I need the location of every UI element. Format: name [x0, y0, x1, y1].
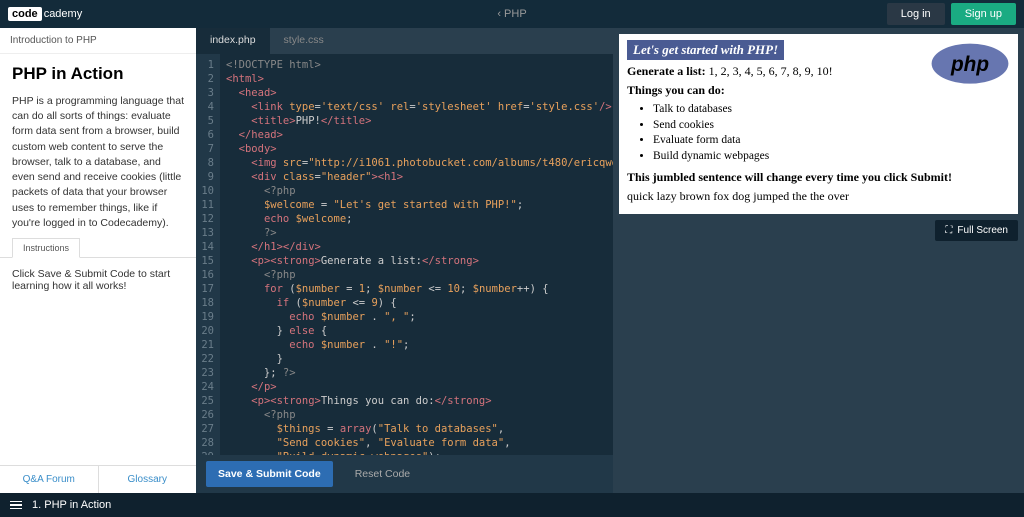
page-title: PHP in Action [12, 64, 184, 84]
glossary-link[interactable]: Glossary [99, 466, 197, 493]
code-editor[interactable]: 1234567891011121314151617181920212223242… [196, 54, 613, 455]
list-item: Talk to databases [653, 102, 1010, 118]
save-submit-button[interactable]: Save & Submit Code [206, 461, 333, 487]
preview-frame: php Let's get started with PHP! Generate… [619, 34, 1018, 214]
list-item: Send cookies [653, 118, 1010, 134]
topbar-actions: Log in Sign up [887, 3, 1016, 25]
php-logo-icon: php [930, 40, 1010, 88]
topbar: code cademy ‹ PHP Log in Sign up [0, 0, 1024, 28]
fullscreen-button[interactable]: ⛶ Full Screen [935, 220, 1018, 241]
lesson-indicator[interactable]: 1. PHP in Action [32, 499, 111, 511]
editor-footer: Save & Submit Code Reset Code [196, 455, 613, 493]
line-gutter: 1234567891011121314151617181920212223242… [196, 54, 220, 455]
signup-button[interactable]: Sign up [951, 3, 1016, 25]
preview-panel: php Let's get started with PHP! Generate… [613, 28, 1024, 493]
logo-box: code [8, 7, 42, 21]
editor-tabs: index.php style.css [196, 28, 613, 54]
svg-text:php: php [950, 53, 989, 76]
login-button[interactable]: Log in [887, 3, 945, 25]
course-title-text: PHP [504, 8, 527, 20]
instruction-step: Click Save & Submit Code to start learni… [0, 257, 196, 302]
preview-jumbled-text: quick lazy brown fox dog jumped the the … [627, 189, 1010, 204]
code-content[interactable]: <!DOCTYPE html><html> <head> <link type=… [220, 54, 613, 455]
instructions-tab: Instructions [12, 238, 80, 258]
logo[interactable]: code cademy [8, 7, 82, 21]
preview-things-label: Things you can do: [627, 83, 725, 97]
instruction-paragraph: PHP is a programming language that can d… [12, 94, 184, 231]
menu-icon[interactable] [10, 499, 22, 512]
qa-forum-link[interactable]: Q&A Forum [0, 466, 99, 493]
logo-text: cademy [44, 8, 83, 20]
bottombar: 1. PHP in Action [0, 493, 1024, 517]
chevron-left-icon: ‹ [497, 8, 501, 20]
breadcrumb[interactable]: Introduction to PHP [0, 28, 196, 54]
list-item: Evaluate form data [653, 133, 1010, 149]
list-item: Build dynamic webpages [653, 149, 1010, 165]
tab-index-php[interactable]: index.php [196, 28, 270, 54]
preview-jumbled-label: This jumbled sentence will change every … [627, 170, 952, 184]
code-editor-panel: index.php style.css 12345678910111213141… [196, 28, 613, 493]
reset-code-button[interactable]: Reset Code [343, 461, 422, 487]
help-links: Q&A Forum Glossary [0, 465, 196, 493]
fullscreen-label: Full Screen [957, 225, 1008, 236]
course-title: ‹ PHP [497, 8, 526, 20]
instructions-panel: Introduction to PHP PHP in Action PHP is… [0, 28, 196, 493]
fullscreen-icon: ⛶ [945, 225, 952, 236]
preview-heading: Let's get started with PHP! [627, 40, 784, 60]
preview-things-list: Talk to databasesSend cookiesEvaluate fo… [653, 102, 1010, 164]
tab-style-css[interactable]: style.css [270, 28, 338, 54]
